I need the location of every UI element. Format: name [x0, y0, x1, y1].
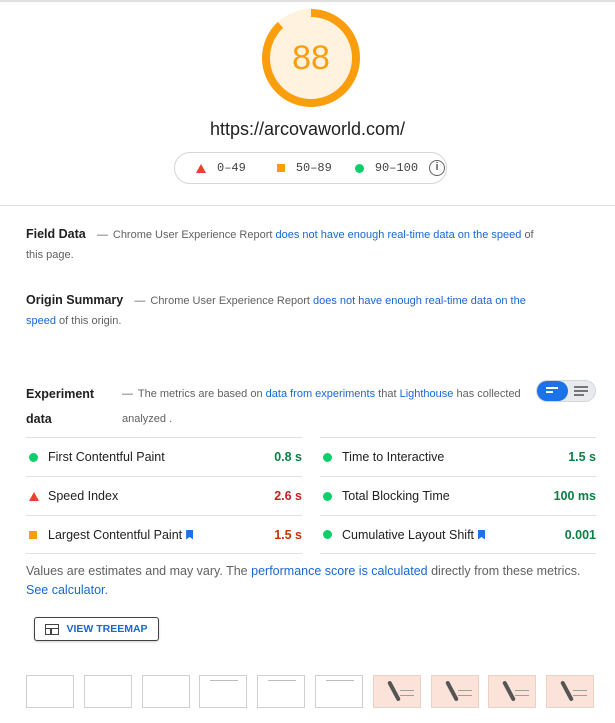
see-calculator-link[interactable]: See calculator. [26, 583, 108, 597]
info-icon[interactable]: i [429, 160, 446, 176]
view-treemap-button[interactable]: VIEW TREEMAP [34, 617, 159, 641]
filmstrip-frame [84, 675, 132, 708]
estimates-note: Values are estimates and may vary. The p… [26, 562, 606, 600]
filmstrip-frame [26, 675, 74, 708]
filmstrip-frame [315, 675, 363, 708]
origin-summary-section: Origin Summary — Chrome User Experience … [26, 290, 546, 331]
pass-circle-icon [323, 530, 332, 539]
origin-summary-prefix: Chrome User Experience Report [150, 295, 310, 307]
metric-value: 1.5 s [274, 527, 302, 542]
metric-value: 0.8 s [274, 450, 302, 464]
section-divider [0, 205, 615, 206]
performance-score-gauge: 88 [261, 8, 361, 108]
metric-name: Total Blocking Time [342, 489, 450, 503]
filmstrip-frame [199, 675, 247, 708]
metric-name-wrap: Largest Contentful Paint [48, 528, 274, 542]
toggle-summary-view[interactable] [537, 381, 568, 401]
metric-value: 2.6 s [274, 489, 302, 503]
filmstrip [26, 675, 596, 709]
experiment-dash: — [122, 388, 133, 400]
tested-url: https://arcovaworld.com/ [209, 119, 406, 139]
fail-triangle-icon [29, 491, 39, 501]
legend-average-label: 50–89 [295, 161, 332, 175]
metric-cumulative-layout-shift: Cumulative Layout Shift 0.001 [320, 515, 596, 554]
filmstrip-frame [257, 675, 305, 708]
metric-name: Time to Interactive [342, 450, 445, 464]
metric-name-wrap: Cumulative Layout Shift [342, 528, 565, 542]
field-data-dash: — [96, 229, 108, 241]
field-data-link[interactable]: does not have enough real-time data on t… [276, 229, 522, 241]
field-data-prefix: Chrome User Experience Report [112, 229, 273, 241]
bookmark-icon [186, 529, 194, 540]
experiment-data-title: Experiment data [26, 387, 95, 426]
origin-summary-title: Origin Summary [26, 293, 124, 307]
filmstrip-frame [142, 675, 190, 708]
metric-value: 100 ms [553, 489, 596, 503]
square-icon [276, 164, 285, 172]
metrics-left-column: First Contentful Paint 0.8 s Speed Index… [26, 437, 302, 554]
bookmark-icon [478, 529, 486, 540]
experiment-prefix: The metrics are based on [137, 388, 263, 400]
triangle-icon [196, 163, 206, 173]
metric-total-blocking-time: Total Blocking Time 100 ms [320, 476, 596, 515]
note-mid: directly from these metrics. [431, 564, 581, 578]
note-prefix: Values are estimates and may vary. The [26, 564, 248, 578]
detailed-lines-icon[interactable] [574, 386, 588, 398]
filmstrip-frame [488, 675, 536, 708]
lighthouse-link[interactable]: Lighthouse [400, 388, 454, 400]
pass-circle-icon [323, 491, 332, 501]
filmstrip-frame [546, 675, 594, 708]
short-lines-icon [546, 387, 558, 395]
origin-summary-suffix: of this origin. [59, 315, 122, 327]
legend-fail: 0–49 [196, 161, 246, 175]
pass-circle-icon [29, 452, 38, 462]
legend-pass-label: 90–100 [374, 161, 419, 175]
view-treemap-label: VIEW TREEMAP [66, 623, 148, 635]
circle-icon [354, 163, 364, 173]
legend-pass: 90–100 [354, 161, 419, 175]
experiment-data-link[interactable]: data from experiments [266, 388, 375, 400]
top-divider [0, 0, 615, 2]
legend-fail-label: 0–49 [217, 161, 246, 175]
filmstrip-frame [431, 675, 479, 708]
metric-name: Cumulative Layout Shift [342, 527, 475, 542]
metric-time-to-interactive: Time to Interactive 1.5 s [320, 437, 596, 476]
experiment-data-description: — The metrics are based on data from exp… [122, 382, 542, 432]
performance-score: 88 [292, 39, 330, 77]
metric-first-contentful-paint: First Contentful Paint 0.8 s [26, 437, 302, 476]
metric-value: 1.5 s [568, 450, 596, 464]
experiment-mid: that [378, 388, 397, 400]
treemap-icon [45, 623, 60, 635]
metric-value: 0.001 [564, 527, 596, 542]
field-data-title: Field Data [26, 227, 86, 241]
field-data-section: Field Data — Chrome User Experience Repo… [26, 224, 546, 265]
metric-name: Largest Contentful Paint [48, 527, 183, 542]
pass-circle-icon [323, 452, 332, 462]
average-square-icon [29, 530, 37, 539]
metrics-view-toggle[interactable] [536, 380, 596, 402]
score-legend: 0–49 50–89 90–100 i [174, 152, 447, 184]
metrics-right-column: Time to Interactive 1.5 s Total Blocking… [320, 437, 596, 554]
legend-average: 50–89 [276, 161, 332, 175]
metric-name: First Contentful Paint [48, 450, 165, 464]
metric-largest-contentful-paint: Largest Contentful Paint 1.5 s [26, 515, 302, 554]
origin-summary-dash: — [134, 295, 146, 307]
metric-name: Speed Index [48, 489, 119, 503]
metric-speed-index: Speed Index 2.6 s [26, 476, 302, 515]
performance-score-link[interactable]: performance score is calculated [251, 564, 427, 578]
filmstrip-frame [373, 675, 421, 708]
